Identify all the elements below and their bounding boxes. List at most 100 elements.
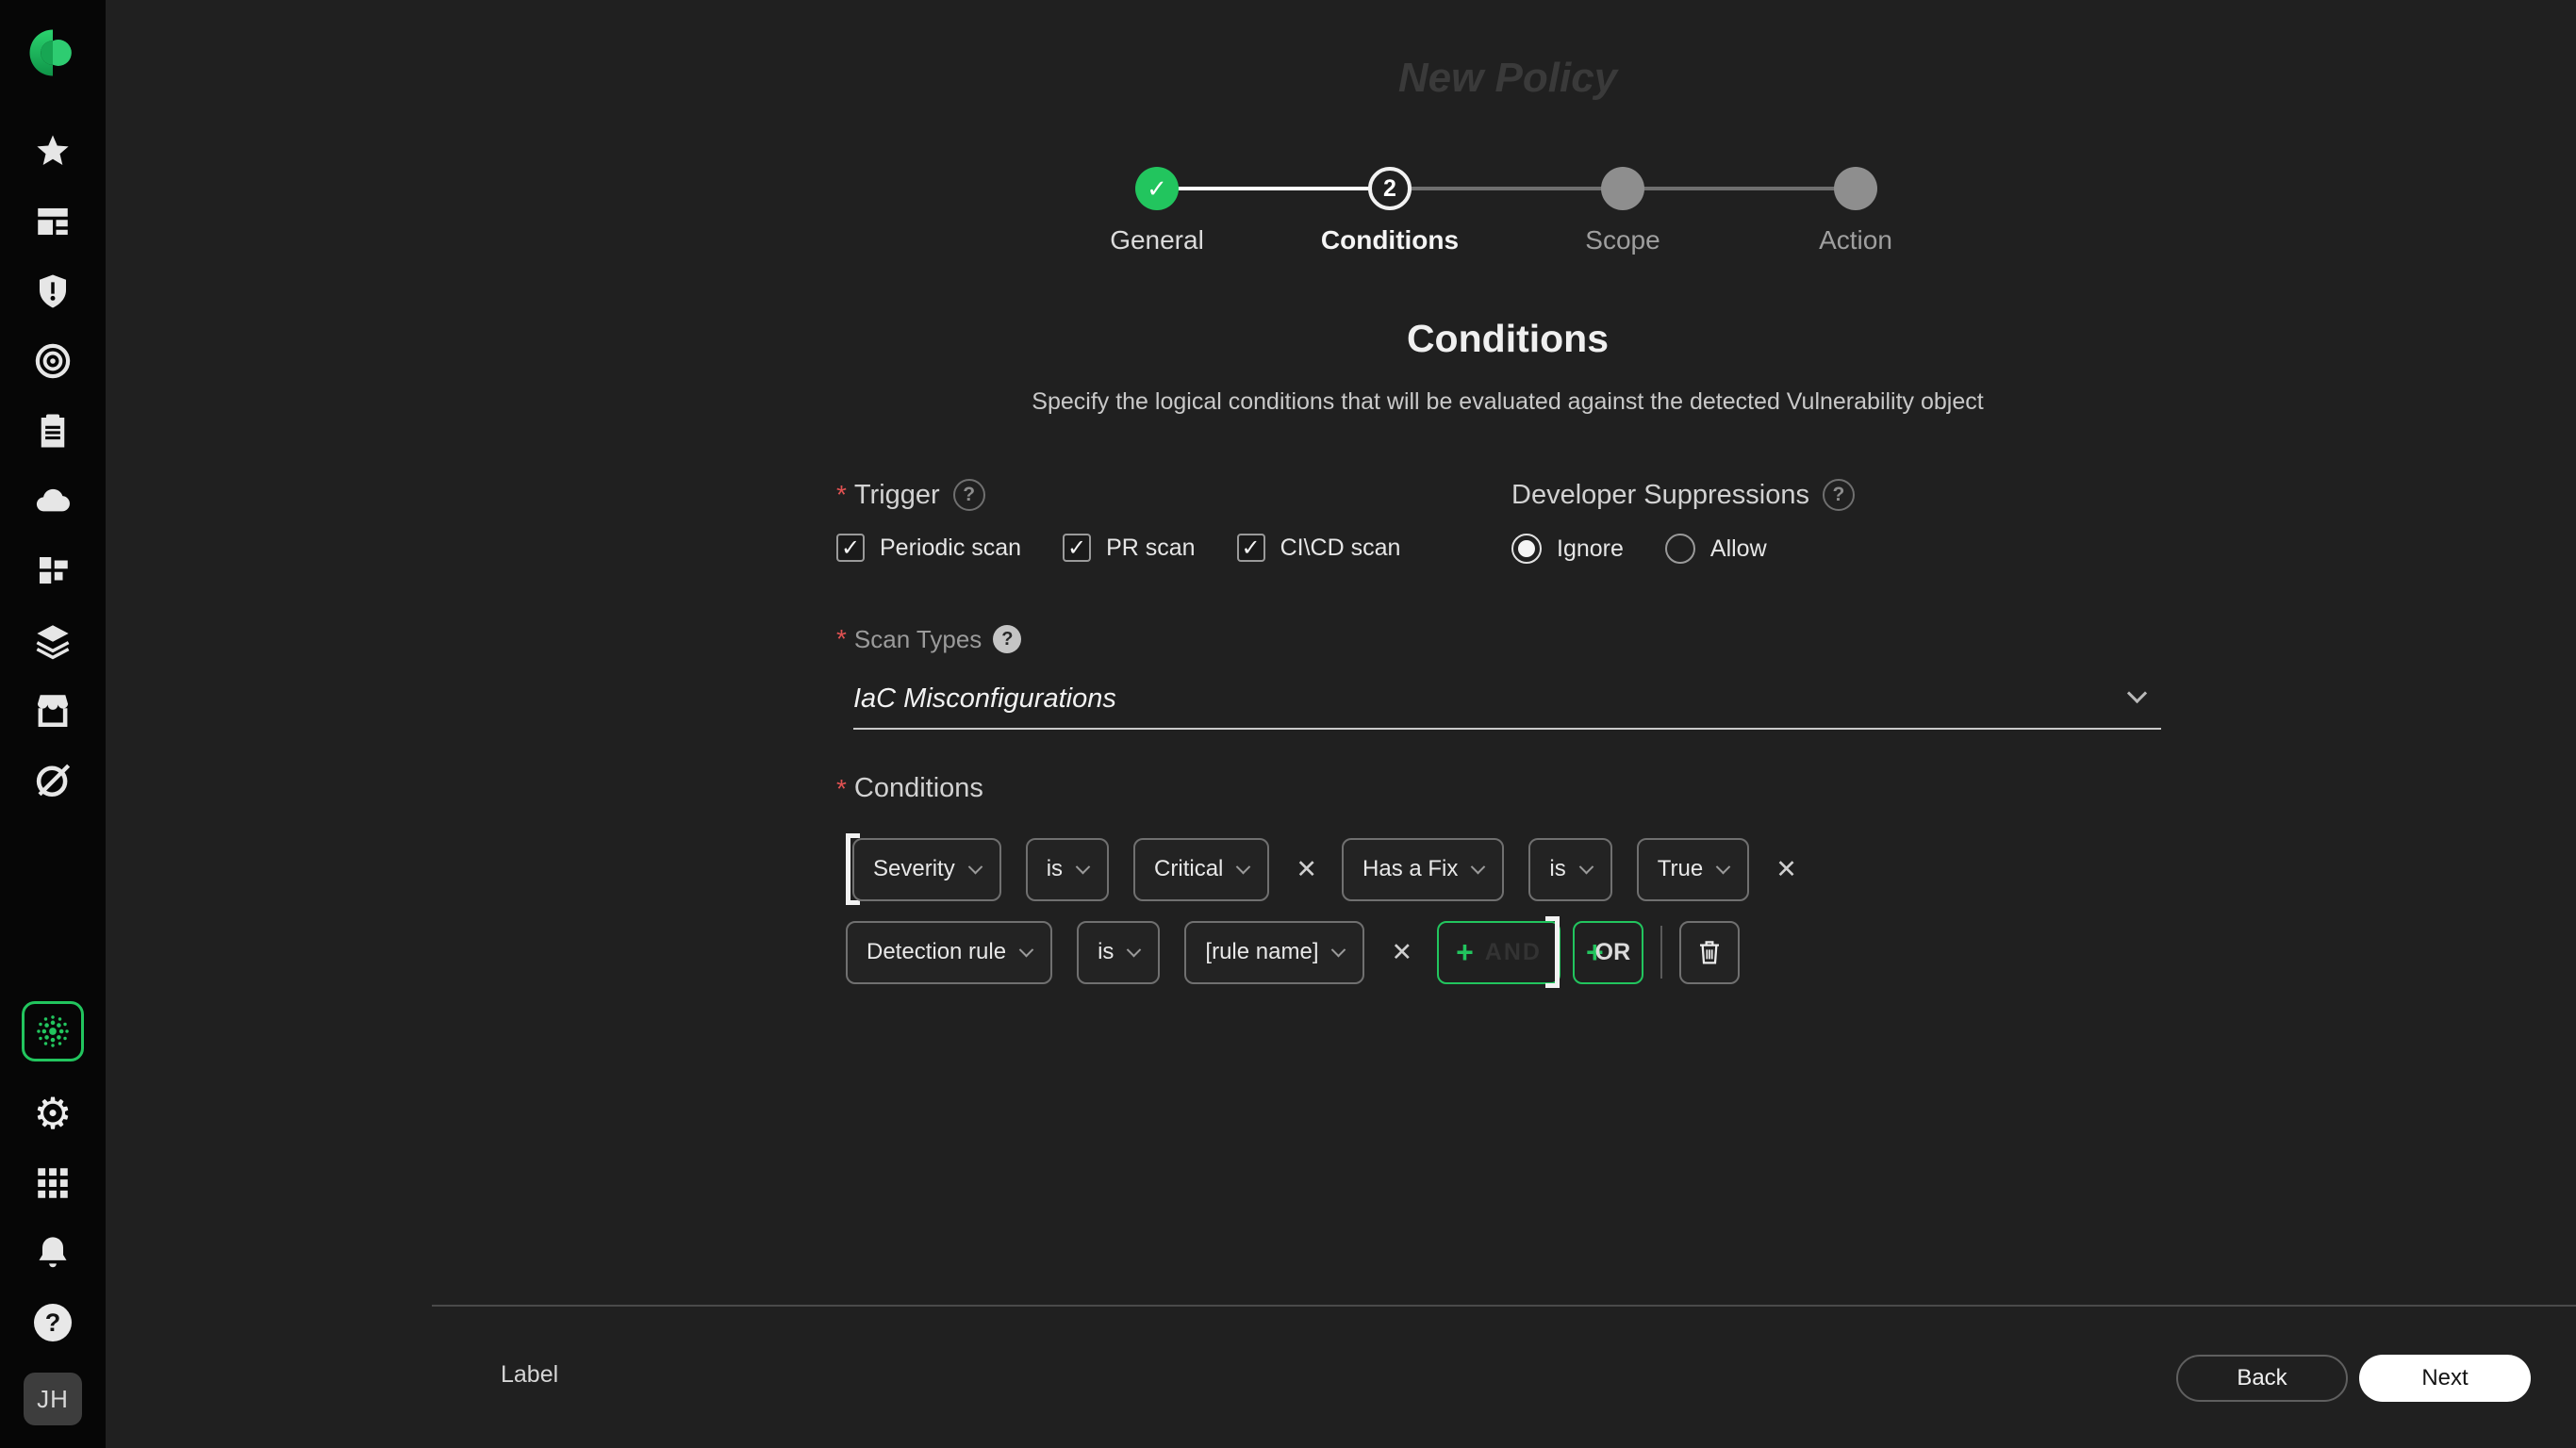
condition-row-2: Detection rule is [rule name] + AND + OR — [846, 916, 1740, 988]
condition-field-dropdown[interactable]: Severity — [852, 838, 1001, 901]
settings-gear-icon[interactable]: ⚙ — [23, 1082, 83, 1144]
step-connector — [1390, 187, 1623, 190]
add-or-condition-button[interactable]: + OR — [1573, 921, 1643, 984]
report-clipboard-icon[interactable] — [23, 400, 83, 462]
storefront-icon[interactable] — [23, 679, 83, 741]
scan-types-value: IaC Misconfigurations — [853, 683, 1116, 715]
checkbox-label-pr-scan[interactable]: PR scan — [1106, 535, 1195, 562]
chevron-down-icon — [1076, 859, 1091, 874]
step-circle-scope[interactable] — [1601, 167, 1644, 210]
apps-grid-icon[interactable] — [23, 1152, 83, 1214]
scan-types-label: Scan Types — [854, 625, 982, 654]
condition-field-value: Severity — [873, 856, 955, 882]
layers-icon[interactable] — [23, 609, 83, 671]
remove-condition-icon[interactable] — [1391, 938, 1412, 967]
chevron-down-icon — [1331, 942, 1346, 957]
condition-value-dropdown[interactable]: [rule name] — [1184, 921, 1364, 984]
chevron-down-icon — [1127, 942, 1142, 957]
developer-suppressions-help-icon[interactable] — [1823, 479, 1855, 511]
condition-value: [rule name] — [1205, 939, 1318, 965]
condition-operator-dropdown[interactable]: is — [1077, 921, 1160, 984]
user-avatar[interactable]: JH — [24, 1373, 82, 1425]
sidebar: ⚙ ? JH — [0, 0, 106, 1448]
developer-suppressions-label: Developer Suppressions — [1511, 480, 1809, 511]
and-button-label: AND — [1485, 939, 1542, 966]
condition-row-1: Severity is Critical Has a Fix is True — [846, 833, 1822, 905]
condition-field-value: Detection rule — [867, 939, 1006, 965]
developer-suppressions-section: Developer Suppressions Ignore Allow — [1511, 479, 1855, 564]
target-icon[interactable] — [23, 330, 83, 392]
trigger-label: Trigger — [854, 480, 940, 511]
page-title: New Policy — [853, 55, 2162, 102]
plus-icon: + — [1456, 937, 1474, 967]
step-label-general[interactable]: General — [1053, 225, 1261, 255]
step-connector-done — [1157, 187, 1390, 190]
trigger-section: * Trigger Periodic scan PR scan CI\CD sc… — [836, 479, 1442, 562]
vertical-divider — [1660, 926, 1662, 979]
scan-types-section: * Scan Types IaC Misconfigurations — [853, 624, 2161, 730]
chevron-down-icon — [1716, 859, 1731, 874]
condition-operator-dropdown[interactable]: is — [1528, 838, 1611, 901]
checkbox-periodic-scan[interactable] — [836, 534, 865, 562]
conditions-section-header: * Conditions — [836, 773, 983, 804]
chevron-down-icon — [967, 859, 983, 874]
trash-icon — [1694, 937, 1725, 967]
condition-operator-value: is — [1098, 939, 1114, 965]
step-circle-conditions[interactable]: 2 — [1368, 167, 1412, 210]
next-button[interactable]: Next — [2359, 1355, 2531, 1402]
conditions-label: Conditions — [854, 773, 983, 804]
condition-value: Critical — [1154, 856, 1223, 882]
radio-allow[interactable] — [1665, 534, 1695, 564]
group-close-bracket — [1545, 916, 1560, 988]
condition-operator-dropdown[interactable]: is — [1026, 838, 1109, 901]
radio-ignore[interactable] — [1511, 534, 1542, 564]
condition-operator-value: is — [1549, 856, 1565, 882]
trigger-help-icon[interactable] — [953, 479, 985, 511]
required-mark: * — [836, 480, 847, 510]
app-logo-icon[interactable] — [26, 26, 79, 79]
step-connector — [1623, 187, 1856, 190]
condition-value-dropdown[interactable]: Critical — [1133, 838, 1269, 901]
scan-policies-selected-icon[interactable] — [22, 1001, 84, 1061]
condition-value: True — [1658, 856, 1703, 882]
cloud-icon[interactable] — [23, 469, 83, 532]
footer-label: Label — [501, 1361, 558, 1389]
shield-alert-icon[interactable] — [23, 260, 83, 322]
scan-types-select[interactable]: IaC Misconfigurations — [853, 669, 2161, 730]
condition-operator-value: is — [1047, 856, 1063, 882]
step-label-scope[interactable]: Scope — [1519, 225, 1726, 255]
notifications-bell-icon[interactable] — [23, 1222, 83, 1284]
step-circle-general[interactable] — [1135, 167, 1179, 210]
add-and-condition-button[interactable]: + AND — [1437, 921, 1560, 984]
or-button-label: OR — [1595, 939, 1631, 966]
condition-value-dropdown[interactable]: True — [1637, 838, 1749, 901]
favorites-star-icon[interactable] — [23, 121, 83, 183]
remove-condition-icon[interactable] — [1775, 855, 1797, 884]
widgets-icon[interactable] — [23, 539, 83, 601]
step-label-conditions[interactable]: Conditions — [1286, 225, 1494, 255]
delete-condition-group-button[interactable] — [1679, 921, 1740, 984]
required-mark: * — [836, 624, 847, 654]
checkbox-cicd-scan[interactable] — [1237, 534, 1265, 562]
section-heading: Conditions — [853, 317, 2162, 361]
help-icon[interactable]: ? — [23, 1292, 83, 1354]
remove-condition-icon[interactable] — [1296, 855, 1317, 884]
back-button[interactable]: Back — [2176, 1355, 2348, 1402]
chevron-down-icon — [1236, 859, 1251, 874]
chevron-down-icon — [2127, 683, 2147, 703]
condition-field-dropdown[interactable]: Detection rule — [846, 921, 1052, 984]
compass-gauge-icon[interactable] — [23, 749, 83, 811]
checkbox-label-cicd-scan[interactable]: CI\CD scan — [1280, 535, 1401, 562]
radio-label-allow[interactable]: Allow — [1710, 535, 1767, 563]
step-circle-action[interactable] — [1834, 167, 1877, 210]
step-label-action[interactable]: Action — [1752, 225, 1959, 255]
scan-types-help-icon[interactable] — [993, 625, 1021, 653]
checkbox-pr-scan[interactable] — [1063, 534, 1091, 562]
checkbox-label-periodic-scan[interactable]: Periodic scan — [880, 535, 1021, 562]
chevron-down-icon — [1578, 859, 1593, 874]
condition-field-dropdown[interactable]: Has a Fix — [1342, 838, 1504, 901]
footer-divider — [432, 1305, 2576, 1307]
radio-label-ignore[interactable]: Ignore — [1557, 535, 1624, 563]
chevron-down-icon — [1471, 859, 1486, 874]
dashboard-layout-icon[interactable] — [23, 190, 83, 253]
